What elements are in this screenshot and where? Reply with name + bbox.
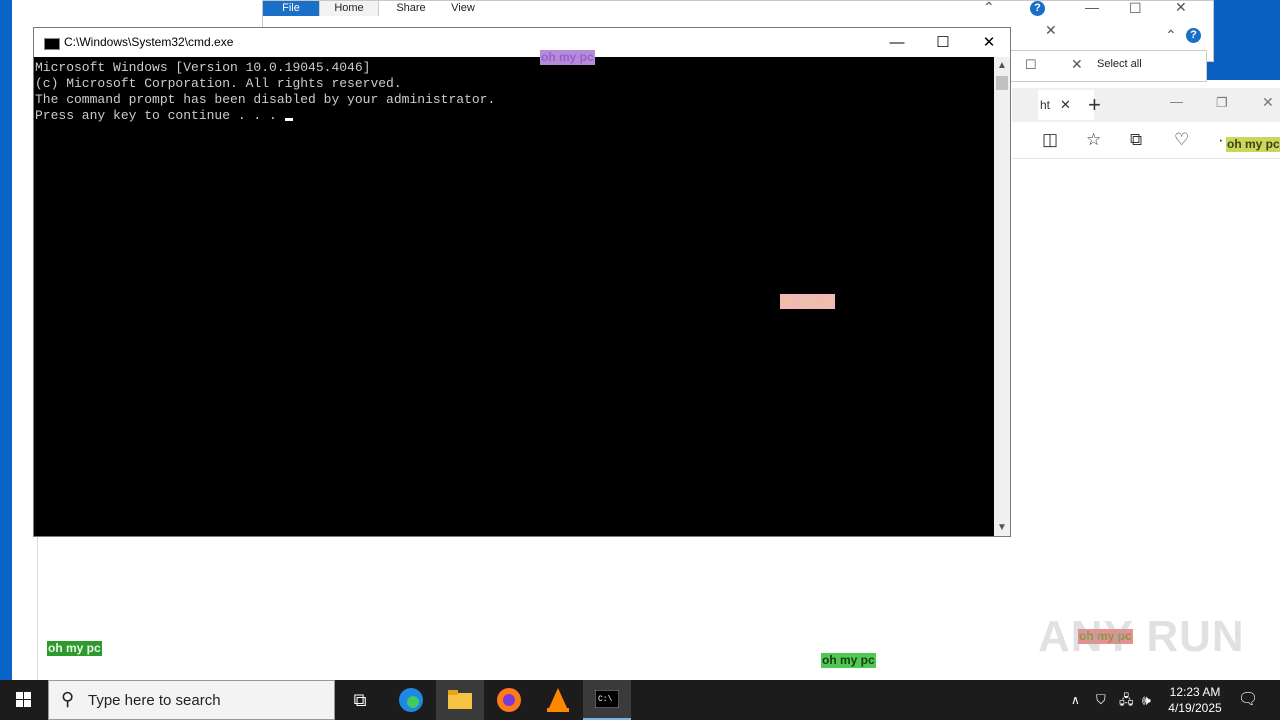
- close-icon[interactable]: ✕: [1060, 97, 1071, 113]
- volume-icon[interactable]: 🕪: [1142, 680, 1151, 720]
- help-icon[interactable]: ?: [1030, 1, 1045, 16]
- file-explorer-taskbar-icon[interactable]: [436, 680, 484, 720]
- start-button[interactable]: [0, 680, 48, 720]
- cmd-window[interactable]: C:\Windows\System32\cmd.exe — ☐ ✕ Micros…: [33, 27, 1011, 537]
- maximize-button[interactable]: ☐: [920, 28, 966, 57]
- oh-my-pc-tag: oh my pc: [1226, 137, 1280, 152]
- ribbon-tab-view[interactable]: View: [445, 1, 481, 16]
- console-line-with-cursor: Press any key to continue . . .: [35, 108, 994, 124]
- favorites-icon[interactable]: ☆: [1086, 130, 1101, 150]
- text-cursor: [284, 118, 293, 121]
- desktop-background: [0, 0, 12, 680]
- new-tab-icon[interactable]: +: [1088, 92, 1101, 118]
- more-icon[interactable]: ·: [1218, 130, 1224, 150]
- search-icon: ⚲: [61, 689, 75, 709]
- cmd-title-bar[interactable]: C:\Windows\System32\cmd.exe — ☐ ✕: [34, 28, 1010, 57]
- console-line: Microsoft Windows [Version 10.0.19045.40…: [35, 60, 371, 75]
- scroll-up-icon[interactable]: ▲: [994, 60, 1010, 71]
- restore-icon[interactable]: ❐: [1216, 95, 1228, 111]
- task-view-icon[interactable]: ⧉: [336, 680, 384, 720]
- maximize-icon[interactable]: ☐: [1025, 57, 1037, 73]
- dialog-window[interactable]: ☐ ✕ Select all: [1010, 50, 1207, 82]
- chevron-up-icon[interactable]: ⌃: [983, 0, 995, 16]
- oh-my-pc-tag: oh my pc: [780, 294, 835, 309]
- ribbon-tab-share[interactable]: Share: [391, 1, 431, 16]
- edge-browser-window[interactable]: ht ✕ + — ❐ ✕ ◫ ☆ ⧉ ♡ ·: [1012, 88, 1280, 680]
- clock-date: 4/19/2025: [1168, 701, 1222, 715]
- ribbon-tab-file[interactable]: File: [263, 1, 319, 16]
- system-clock[interactable]: 12:23 AM 4/19/2025: [1160, 684, 1230, 716]
- ribbon-tab-home[interactable]: Home: [319, 1, 379, 16]
- close-icon[interactable]: ✕: [1045, 22, 1057, 39]
- notification-icon[interactable]: 🗨: [1238, 680, 1258, 720]
- edge-taskbar-icon[interactable]: [387, 680, 435, 720]
- window-title: C:\Windows\System32\cmd.exe: [64, 35, 234, 49]
- search-placeholder: Type here to search: [88, 692, 221, 709]
- taskbar: ⚲ Type here to search ⧉ C:\ ∧ ⛉ 🖧 🕪 12:2…: [0, 680, 1280, 720]
- minimize-button[interactable]: —: [874, 28, 920, 57]
- command-prompt-icon: C:\: [594, 689, 620, 709]
- oh-my-pc-tag: oh my pc: [540, 50, 595, 65]
- svg-text:C:\: C:\: [598, 695, 613, 704]
- desktop-background-right: [1205, 0, 1280, 80]
- scroll-thumb[interactable]: [996, 76, 1008, 90]
- cmd-taskbar-icon[interactable]: C:\: [583, 680, 631, 720]
- split-screen-icon[interactable]: ◫: [1042, 130, 1058, 150]
- chevron-up-icon[interactable]: ⌃: [1165, 27, 1177, 44]
- windows-logo-icon: [16, 692, 31, 707]
- firefox-taskbar-icon[interactable]: [485, 680, 533, 720]
- minimize-icon[interactable]: —: [1085, 0, 1099, 15]
- select-all-label[interactable]: Select all: [1097, 58, 1142, 70]
- help-icon[interactable]: ?: [1186, 28, 1201, 43]
- console-output[interactable]: Microsoft Windows [Version 10.0.19045.40…: [34, 57, 994, 536]
- vlc-cone-icon: [547, 688, 569, 712]
- vertical-scrollbar[interactable]: ▲ ▼: [994, 57, 1010, 536]
- oh-my-pc-tag: oh my pc: [47, 641, 102, 656]
- security-icon[interactable]: ⛉: [1096, 680, 1106, 720]
- taskbar-search-box[interactable]: ⚲ Type here to search: [48, 680, 335, 720]
- scroll-down-icon[interactable]: ▼: [994, 522, 1010, 533]
- console-line: The command prompt has been disabled by …: [35, 92, 496, 107]
- close-button[interactable]: ✕: [966, 28, 1012, 57]
- network-icon[interactable]: 🖧: [1119, 680, 1134, 720]
- cmd-icon: [44, 38, 60, 50]
- oh-my-pc-tag: oh my pc: [821, 653, 876, 668]
- edge-tab-strip: ht ✕ + — ❐ ✕: [1012, 88, 1280, 122]
- collections-icon[interactable]: ⧉: [1130, 130, 1142, 150]
- close-icon[interactable]: ✕: [1175, 0, 1187, 16]
- edge-icon: [399, 688, 423, 712]
- minimize-icon[interactable]: —: [1170, 94, 1183, 109]
- close-icon[interactable]: ✕: [1262, 94, 1274, 111]
- console-line: (c) Microsoft Corporation. All rights re…: [35, 76, 402, 91]
- edge-tab-label: ht: [1040, 98, 1051, 112]
- anyrun-watermark: ANY RUN: [1038, 612, 1245, 661]
- vlc-taskbar-icon[interactable]: [534, 680, 582, 720]
- edge-tab[interactable]: ht ✕: [1038, 90, 1094, 120]
- browser-essentials-icon[interactable]: ♡: [1174, 130, 1189, 150]
- clock-time: 12:23 AM: [1169, 685, 1221, 699]
- console-line: Press any key to continue . . .: [35, 108, 285, 123]
- firefox-icon: [497, 688, 521, 712]
- maximize-icon[interactable]: ☐: [1129, 0, 1142, 17]
- close-icon[interactable]: ✕: [1071, 56, 1083, 73]
- folder-icon: [448, 690, 472, 709]
- chevron-up-icon[interactable]: ∧: [1071, 680, 1080, 720]
